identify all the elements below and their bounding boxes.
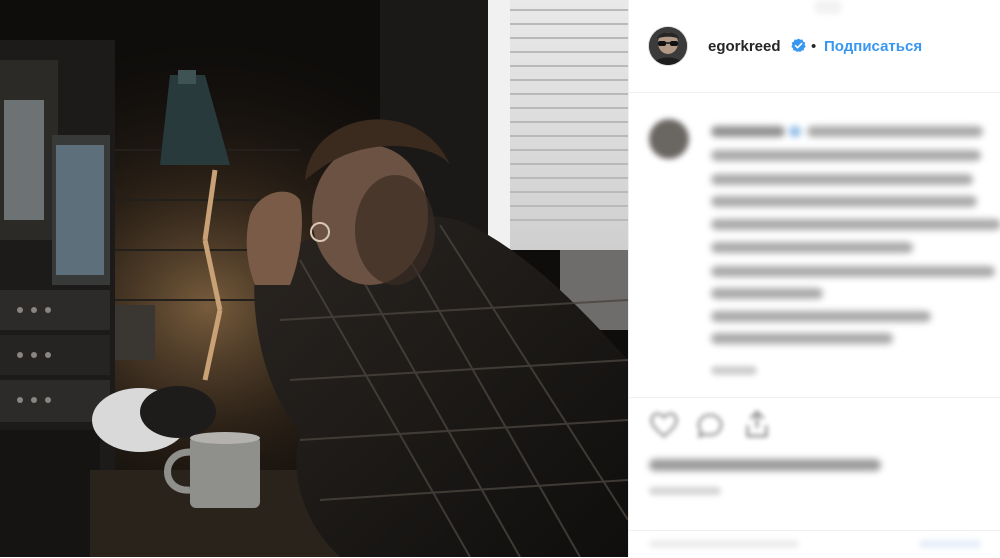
share-icon[interactable] [741, 408, 773, 440]
caption-avatar [649, 119, 689, 159]
caption-username-blurred [711, 126, 785, 137]
caption-line [711, 219, 1000, 230]
comment-input-blurred [649, 540, 799, 548]
caption-line [711, 196, 977, 207]
caption-line [807, 126, 983, 137]
follow-button[interactable]: Подписаться [824, 38, 922, 55]
caption-line [711, 333, 893, 344]
caption-time-blurred [711, 366, 757, 375]
separator-dot: • [811, 38, 817, 55]
caption-line [711, 288, 823, 299]
post-photo-art [0, 0, 628, 557]
caption-line [711, 174, 973, 185]
avatar[interactable] [649, 27, 687, 65]
username-link[interactable]: egorkreed [708, 38, 781, 55]
comment-icon[interactable] [695, 410, 725, 440]
caption-line [711, 266, 995, 277]
post-date-blurred [649, 487, 721, 495]
heart-icon[interactable] [649, 410, 679, 440]
caption-line [711, 242, 913, 253]
verified-badge-icon [791, 38, 806, 53]
actions-divider [629, 397, 1000, 398]
avatar-image [649, 27, 687, 65]
caption-line [711, 150, 981, 161]
post-info-panel: egorkreed • Подписаться [628, 0, 1000, 557]
caption-line [711, 311, 931, 322]
caption-verified-blurred [789, 126, 801, 137]
publish-button-blurred [919, 540, 981, 548]
likes-count-blurred [649, 459, 881, 471]
post-header: egorkreed • Подписаться [629, 0, 1000, 93]
post-photo[interactable] [0, 0, 628, 557]
